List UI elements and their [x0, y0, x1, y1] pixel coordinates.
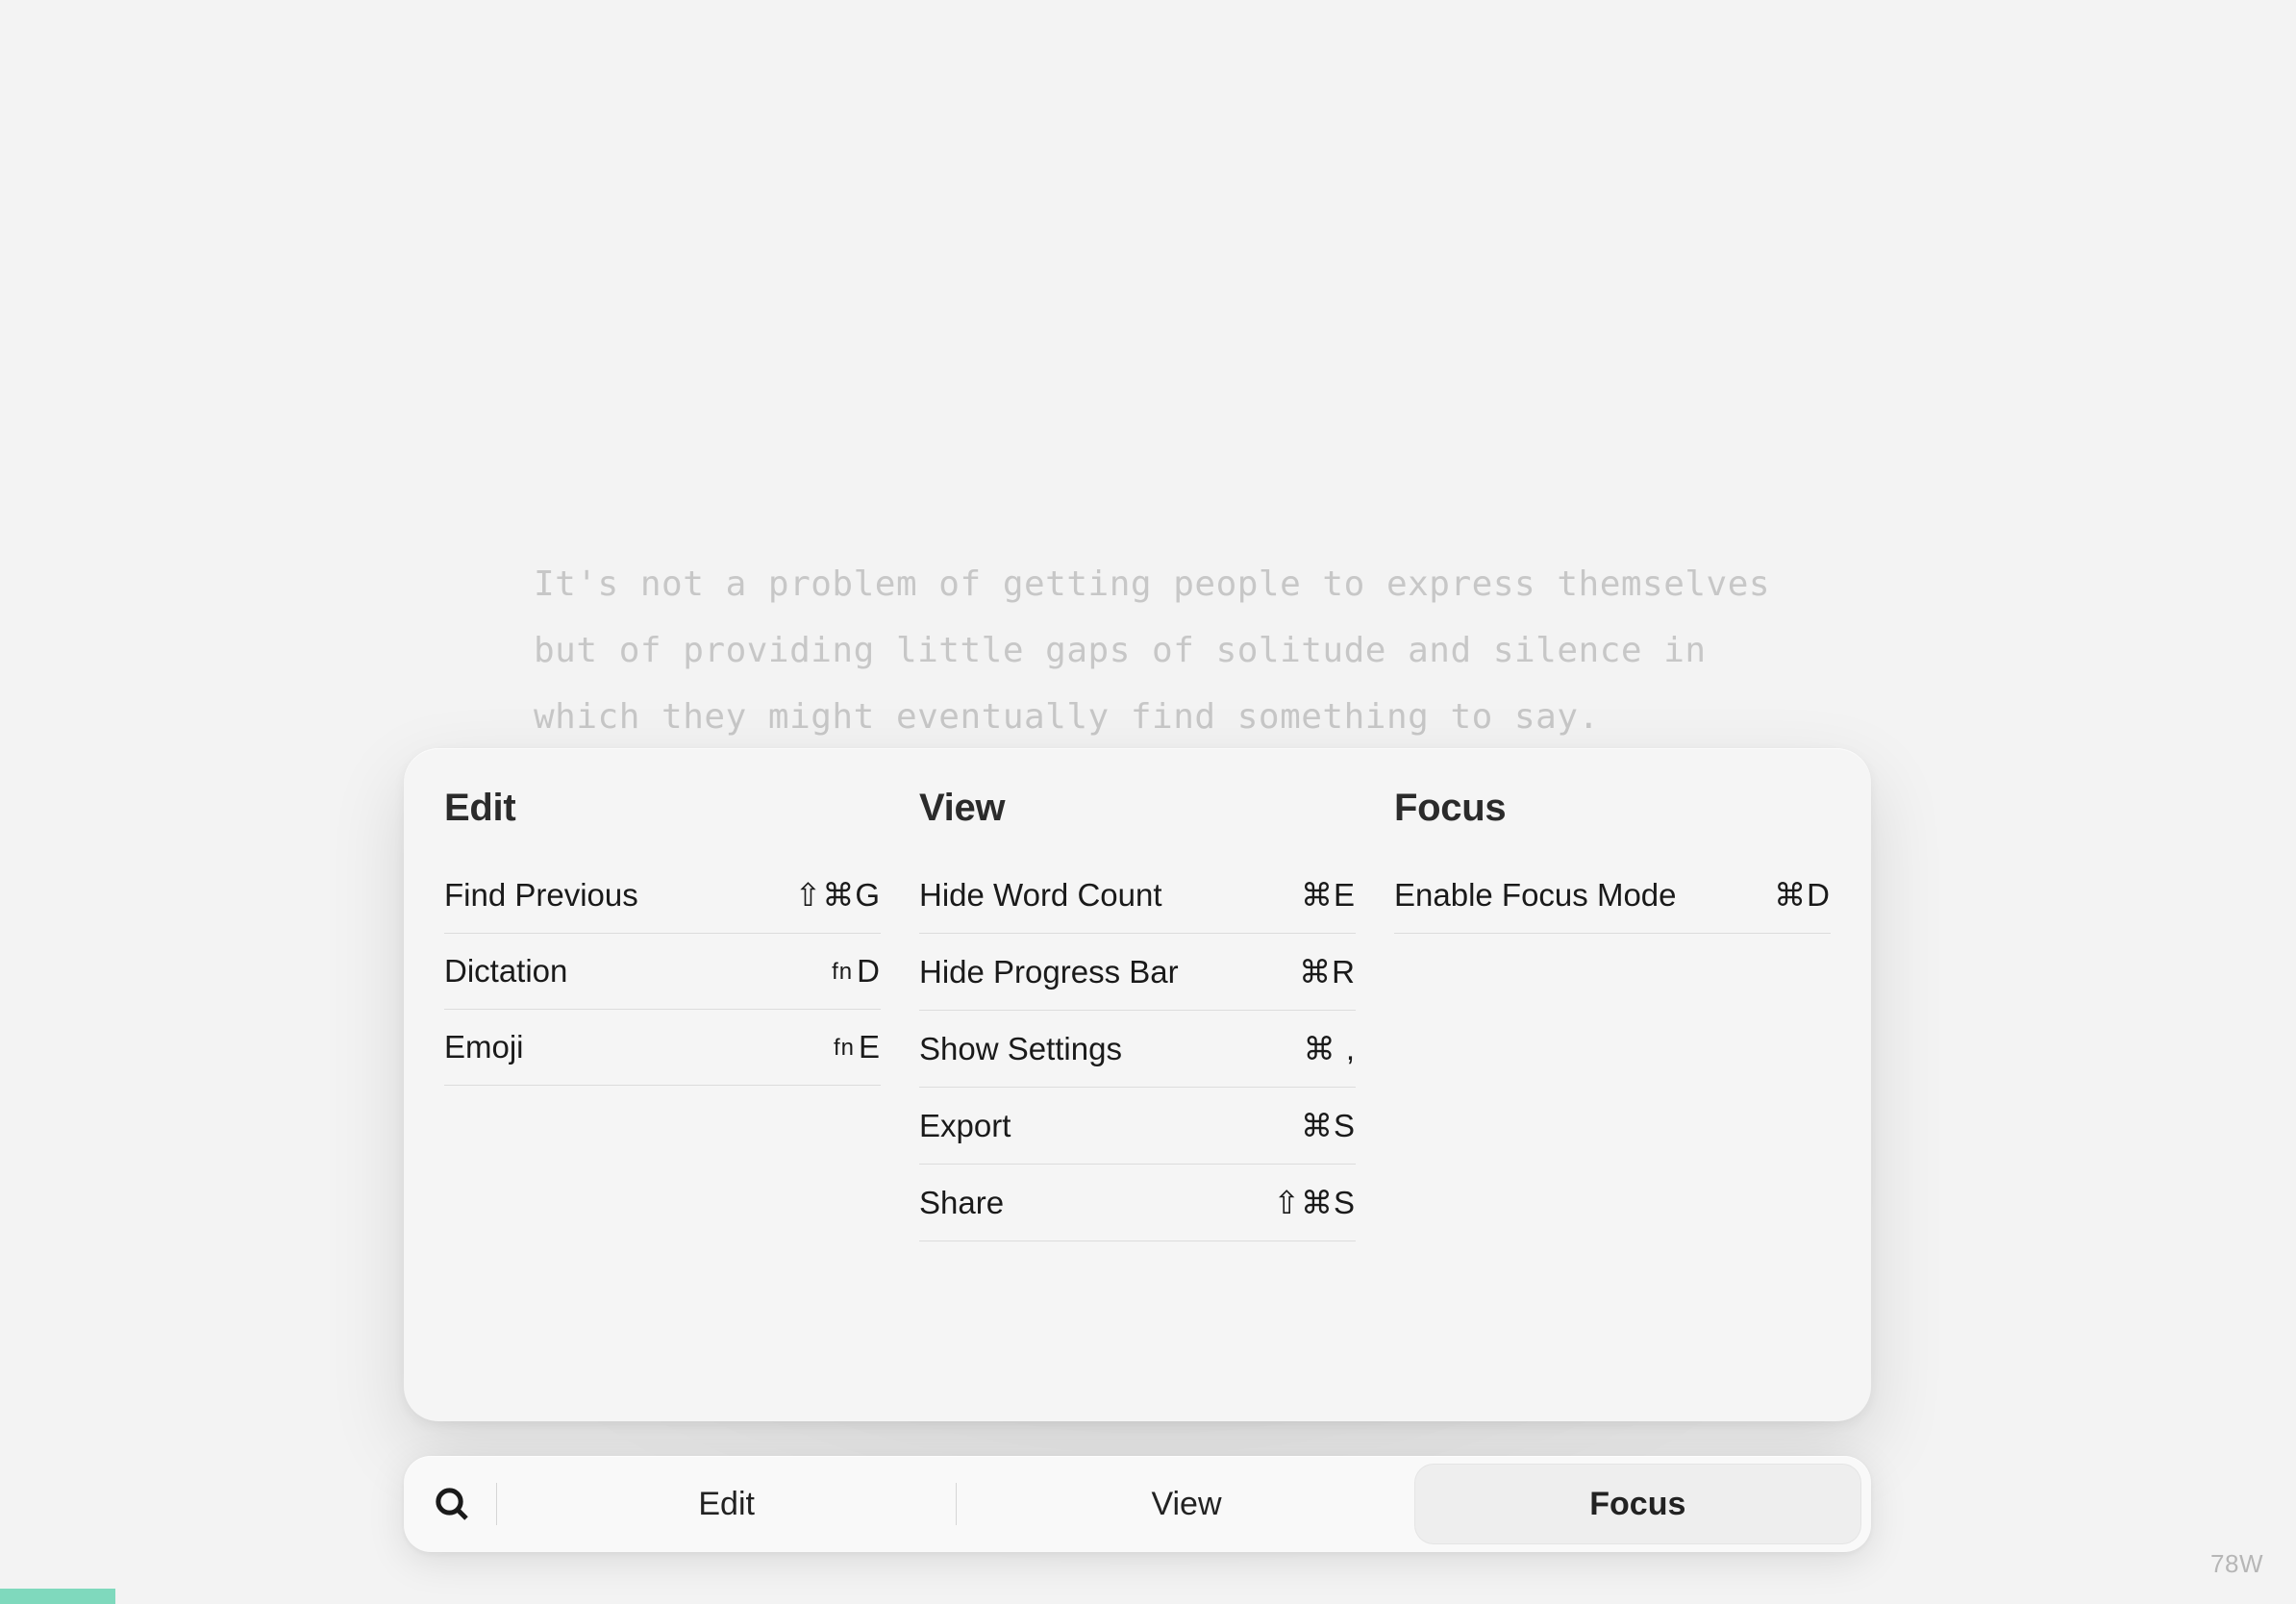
word-count: 78W [2210, 1549, 2263, 1579]
tab-focus[interactable]: Focus [1414, 1464, 1861, 1544]
menu-item-find-previous[interactable]: Find Previous ⇧⌘G [444, 857, 881, 934]
menu-item-label: Find Previous [444, 877, 638, 914]
command-column-title: View [919, 787, 1356, 830]
command-panel: Edit Find Previous ⇧⌘G Dictation fnD Emo… [404, 748, 1871, 1421]
command-column-title: Edit [444, 787, 881, 830]
command-column-edit: Edit Find Previous ⇧⌘G Dictation fnD Emo… [444, 787, 881, 1383]
menu-item-label: Emoji [444, 1029, 524, 1065]
document-visible-text[interactable]: It's not a problem of getting people to … [534, 551, 1784, 750]
menu-item-shortcut: fnD [832, 953, 881, 990]
menu-item-emoji[interactable]: Emoji fnE [444, 1010, 881, 1086]
menu-item-shortcut: ⇧⌘S [1273, 1184, 1356, 1221]
tab-label: Edit [698, 1486, 755, 1523]
menu-item-label: Hide Word Count [919, 877, 1162, 914]
divider [496, 1483, 497, 1525]
menu-item-label: Show Settings [919, 1031, 1122, 1067]
menu-item-shortcut: ⌘S [1301, 1107, 1356, 1144]
menu-item-label: Share [919, 1185, 1004, 1221]
menu-item-shortcut: ⌘ , [1304, 1030, 1356, 1067]
menu-item-label: Hide Progress Bar [919, 954, 1179, 990]
menu-item-export[interactable]: Export ⌘S [919, 1088, 1356, 1165]
command-column-title: Focus [1394, 787, 1831, 830]
progress-bar [0, 1589, 115, 1604]
menu-item-dictation[interactable]: Dictation fnD [444, 934, 881, 1010]
menu-item-shortcut: ⌘E [1301, 876, 1356, 914]
search-button[interactable] [412, 1464, 492, 1544]
menu-item-label: Export [919, 1108, 1011, 1144]
menu-item-hide-progress-bar[interactable]: Hide Progress Bar ⌘R [919, 934, 1356, 1011]
menu-item-label: Dictation [444, 953, 567, 990]
menu-item-hide-word-count[interactable]: Hide Word Count ⌘E [919, 857, 1356, 934]
divider [956, 1483, 957, 1525]
menu-item-enable-focus-mode[interactable]: Enable Focus Mode ⌘D [1394, 857, 1831, 934]
menu-item-shortcut: ⇧⌘G [795, 876, 881, 914]
command-column-view: View Hide Word Count ⌘E Hide Progress Ba… [919, 787, 1356, 1383]
tab-view[interactable]: View [962, 1464, 1410, 1544]
menu-item-shortcut: ⌘D [1774, 876, 1831, 914]
menu-item-shortcut: ⌘R [1299, 953, 1356, 990]
menu-item-shortcut: fnE [834, 1029, 881, 1065]
tabbar: Edit View Focus [404, 1456, 1871, 1552]
command-column-focus: Focus Enable Focus Mode ⌘D [1394, 787, 1831, 1383]
search-icon [433, 1485, 471, 1523]
tab-label: View [1151, 1486, 1221, 1523]
menu-item-share[interactable]: Share ⇧⌘S [919, 1165, 1356, 1241]
tab-edit[interactable]: Edit [503, 1464, 950, 1544]
menu-item-show-settings[interactable]: Show Settings ⌘ , [919, 1011, 1356, 1088]
tab-label: Focus [1589, 1486, 1685, 1523]
menu-item-label: Enable Focus Mode [1394, 877, 1677, 914]
